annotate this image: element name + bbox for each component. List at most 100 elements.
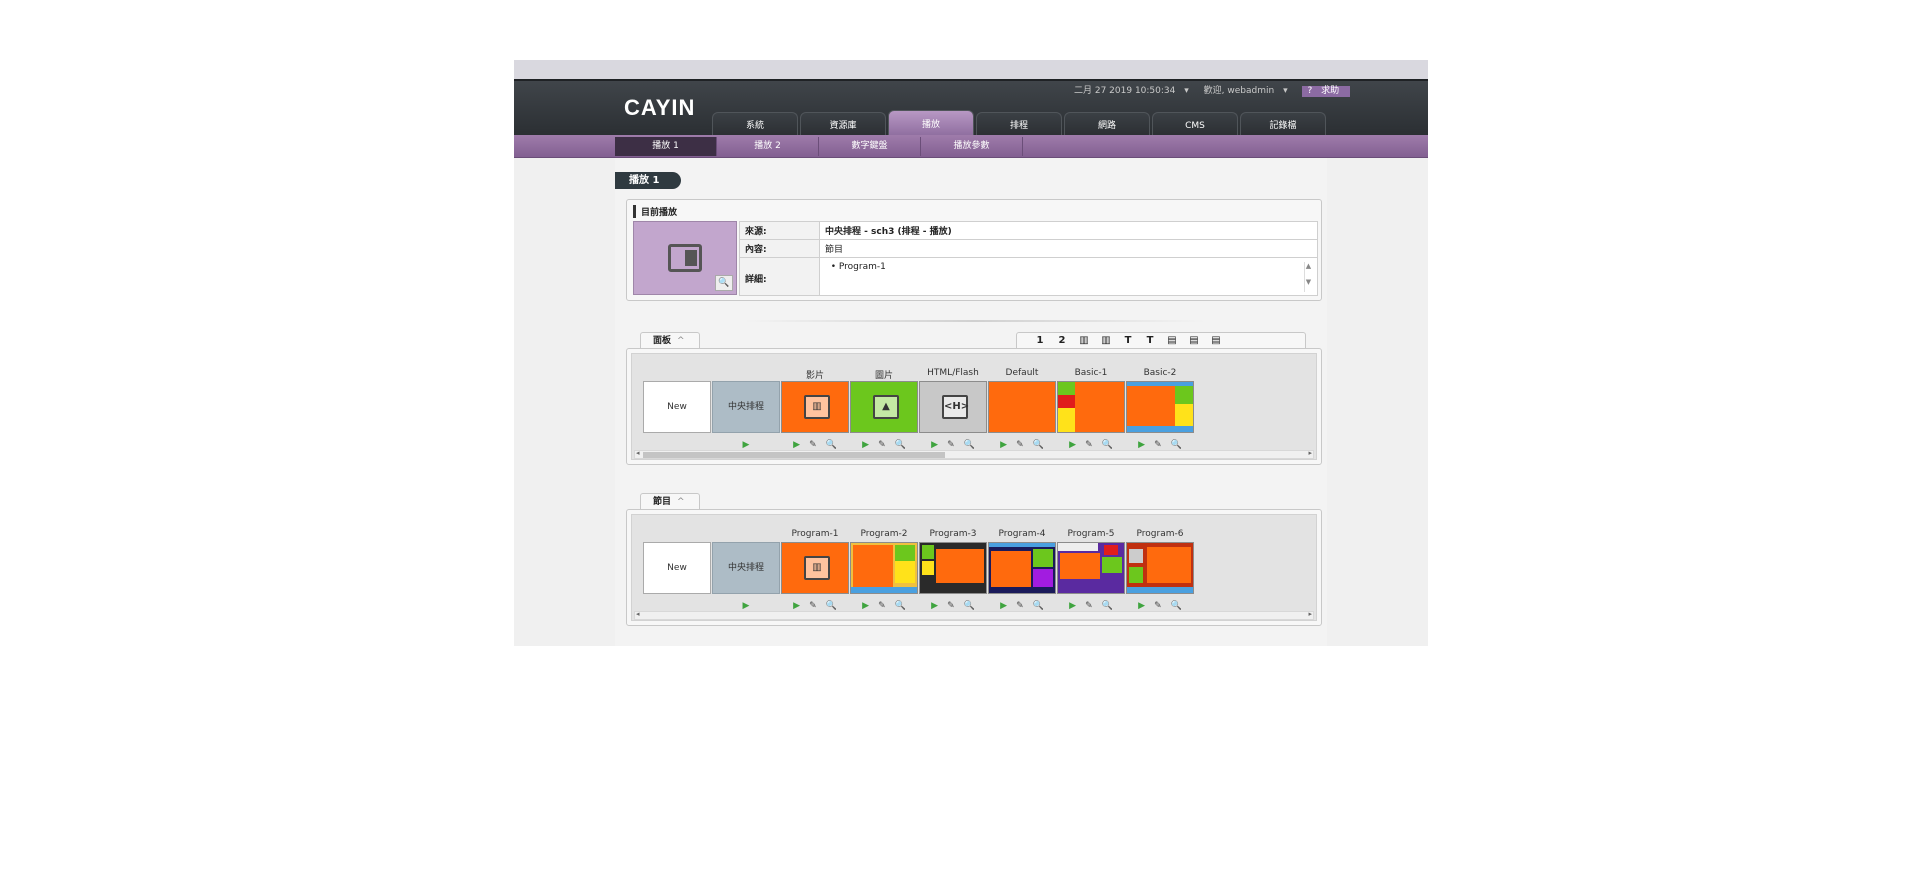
main-tabs: 系統 資源庫 播放 排程 網路 CMS 記錄檔 — [712, 110, 1328, 138]
subtab-0[interactable]: 播放 1 — [615, 137, 717, 156]
tab-2[interactable]: 播放 — [888, 110, 974, 138]
sub-tabs: 播放 1 播放 2 數字鍵盤 播放參數 — [615, 137, 1023, 156]
item-thumbnail[interactable] — [1057, 542, 1125, 594]
panel-toolbar: 1 2 ▥ ▥ T T ▤ ▤ ▤ — [1016, 332, 1306, 349]
item-thumbnail[interactable] — [850, 542, 918, 594]
play-icon[interactable]: ▶ — [1000, 601, 1007, 611]
edit-icon[interactable]: ✎ — [1154, 440, 1162, 450]
picture-icon: ▲ — [873, 395, 899, 419]
item-thumbnail[interactable] — [1126, 542, 1194, 594]
program-hscrollbar[interactable]: ◂ ▸ — [634, 610, 1314, 620]
detail-value: Program-1 — [838, 262, 886, 272]
top-info: 二月 27 2019 10:50:34 ▾ 歡迎, webadmin ▾ ? 求… — [1074, 83, 1356, 97]
play-icon[interactable]: ▶ — [931, 601, 938, 611]
zoom-icon[interactable]: 🔍 — [1033, 601, 1044, 611]
edit-icon[interactable]: ✎ — [1085, 440, 1093, 450]
arrow-left-icon[interactable]: ◂ — [636, 610, 640, 618]
item-thumbnail[interactable]: ▥ — [781, 542, 849, 594]
edit-icon[interactable]: ✎ — [1016, 601, 1024, 611]
item-actions: ▶ ✎ 🔍 — [780, 440, 850, 450]
zoom-icon[interactable]: 🔍 — [1033, 440, 1044, 450]
panel-hscrollbar[interactable]: ◂ ▸ — [634, 449, 1314, 459]
item-thumbnail[interactable]: ▥ — [781, 381, 849, 433]
film-icon: ▥ — [804, 556, 830, 580]
edit-icon[interactable]: ✎ — [1154, 601, 1162, 611]
item-label: Basic-2 — [1143, 368, 1177, 378]
play-icon[interactable]: ▶ — [862, 601, 869, 611]
zoom-icon[interactable]: 🔍 — [826, 601, 837, 611]
now-playing-title: 目前播放 — [633, 205, 677, 218]
zoom-icon[interactable]: 🔍 — [1102, 440, 1113, 450]
central-schedule-tile[interactable]: 中央排程 — [712, 381, 780, 433]
play-icon[interactable]: ▶ — [743, 601, 750, 611]
subtab-2[interactable]: 數字鍵盤 — [819, 137, 921, 156]
arrow-right-icon[interactable]: ▸ — [1308, 449, 1312, 457]
zoom-icon[interactable]: 🔍 — [1171, 601, 1182, 611]
edit-icon[interactable]: ✎ — [947, 601, 955, 611]
subtab-3[interactable]: 播放參數 — [921, 137, 1023, 156]
zoom-icon[interactable]: 🔍 — [1171, 440, 1182, 450]
zoom-icon[interactable]: 🔍 — [895, 440, 906, 450]
layout-tool-icon[interactable]: T — [1117, 333, 1139, 349]
play-icon[interactable]: ▶ — [793, 601, 800, 611]
edit-icon[interactable]: ✎ — [809, 601, 817, 611]
panel-section-tab[interactable]: 面板 ^ — [640, 332, 700, 349]
zoom-icon[interactable]: 🔍 — [964, 440, 975, 450]
layout-region — [1033, 549, 1053, 567]
layout-tool-icon[interactable]: T — [1139, 333, 1161, 349]
subtab-1[interactable]: 播放 2 — [717, 137, 819, 156]
layout-region — [1102, 557, 1122, 573]
now-playing-thumbnail: 🔍 — [633, 221, 737, 295]
user-menu[interactable]: 歡迎, webadmin ▾ — [1204, 86, 1294, 96]
layout-region — [1127, 587, 1193, 593]
layout-tool-icon[interactable]: ▤ — [1161, 333, 1183, 349]
table-row: 詳細: ▲ ▼ • Program-1 — [739, 257, 1318, 296]
play-icon[interactable]: ▶ — [1069, 601, 1076, 611]
play-icon[interactable]: ▶ — [743, 440, 750, 450]
zoom-icon[interactable]: 🔍 — [964, 601, 975, 611]
datetime-dropdown[interactable]: 二月 27 2019 10:50:34 ▾ — [1074, 86, 1195, 96]
arrow-left-icon[interactable]: ◂ — [636, 449, 640, 457]
play-icon[interactable]: ▶ — [931, 440, 938, 450]
item-label: Program-6 — [1136, 529, 1184, 539]
magnify-icon[interactable]: 🔍 — [715, 275, 733, 291]
zoom-icon[interactable]: 🔍 — [1102, 601, 1113, 611]
layout-tool-icon[interactable]: ▤ — [1183, 333, 1205, 349]
play-icon[interactable]: ▶ — [862, 440, 869, 450]
program-section-tab[interactable]: 節目 ^ — [640, 493, 700, 510]
item-thumbnail[interactable]: <H> — [919, 381, 987, 433]
play-icon[interactable]: ▶ — [1000, 440, 1007, 450]
edit-icon[interactable]: ✎ — [809, 440, 817, 450]
edit-icon[interactable]: ✎ — [947, 440, 955, 450]
item-thumbnail[interactable] — [1126, 381, 1194, 433]
central-schedule-tile[interactable]: 中央排程 — [712, 542, 780, 594]
layout-tool-icon[interactable]: ▤ — [1205, 333, 1227, 349]
layout-tool-icon[interactable]: ▥ — [1095, 333, 1117, 349]
play-icon[interactable]: ▶ — [1069, 440, 1076, 450]
arrow-right-icon[interactable]: ▸ — [1308, 610, 1312, 618]
layout-tool-icon[interactable]: 1 — [1029, 333, 1051, 349]
item-thumbnail[interactable] — [1057, 381, 1125, 433]
zoom-icon[interactable]: 🔍 — [826, 440, 837, 450]
edit-icon[interactable]: ✎ — [878, 440, 886, 450]
layout-tool-icon[interactable]: ▥ — [1073, 333, 1095, 349]
new-button[interactable]: New — [643, 542, 711, 594]
play-icon[interactable]: ▶ — [793, 440, 800, 450]
item-thumbnail[interactable] — [988, 381, 1056, 433]
edit-icon[interactable]: ✎ — [878, 601, 886, 611]
edit-icon[interactable]: ✎ — [1016, 440, 1024, 450]
play-icon[interactable]: ▶ — [1138, 440, 1145, 450]
detail-scrollbar[interactable]: ▲ ▼ — [1304, 262, 1312, 292]
edit-icon[interactable]: ✎ — [1085, 601, 1093, 611]
zoom-icon[interactable]: 🔍 — [895, 601, 906, 611]
scroll-thumb[interactable] — [643, 452, 945, 458]
new-button[interactable]: New — [643, 381, 711, 433]
play-icon[interactable]: ▶ — [1138, 601, 1145, 611]
item-thumbnail[interactable]: ▲ — [850, 381, 918, 433]
layout-tool-icon[interactable]: 2 — [1051, 333, 1073, 349]
item-thumbnail[interactable] — [919, 542, 987, 594]
item-actions: ▶ ✎ 🔍 — [987, 601, 1057, 611]
help-button[interactable]: ? 求助 — [1302, 86, 1351, 97]
item-label: 圖片 — [874, 371, 893, 381]
item-thumbnail[interactable] — [988, 542, 1056, 594]
